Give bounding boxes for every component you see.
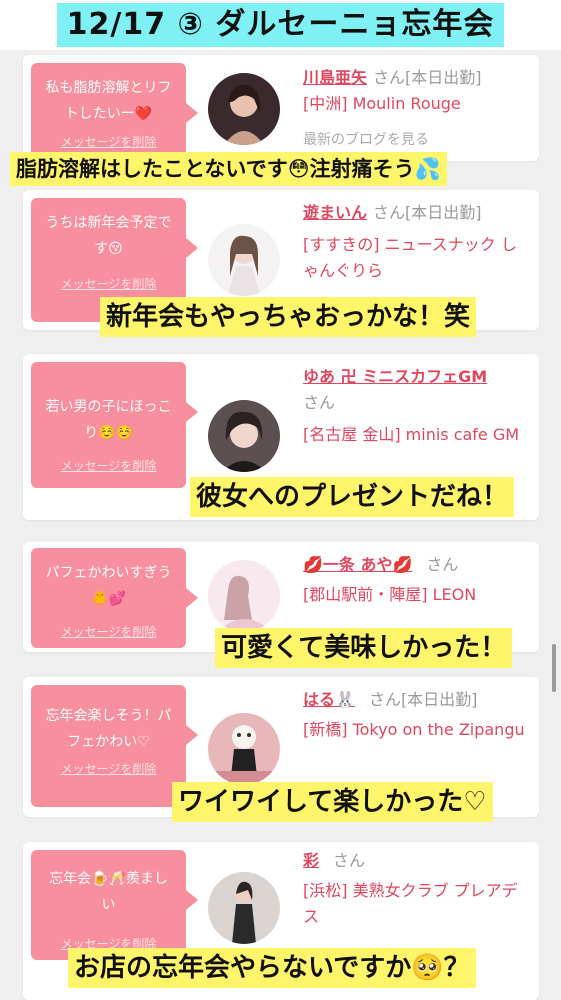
overlay-caption: 新年会もやっちゃおっかな！笑 [100, 297, 477, 337]
avatar[interactable] [208, 224, 280, 296]
delete-message-link[interactable]: メッセージを削除 [31, 275, 186, 292]
delete-message-link[interactable]: メッセージを削除 [31, 133, 186, 150]
sender-status: さん [333, 851, 366, 870]
sender-status: さん [426, 555, 459, 574]
sender-status: さん[本日出勤] [373, 203, 482, 222]
avatar[interactable] [208, 713, 280, 785]
overlay-caption: 脂肪溶解はしたことないです😳注射痛そう💦 [10, 152, 447, 186]
message-card: 私も脂肪溶解とリフトしたいー❤️ メッセージを削除 川島亜矢 さん[本日出勤] [… [23, 55, 539, 161]
sender-name-link[interactable]: 遊まいん [303, 203, 367, 222]
overlay-caption: お店の忘年会やらないですか🥺？ [68, 948, 476, 988]
shop-link[interactable]: [すすきの] ニュースナック しゃんぐりら [303, 232, 528, 284]
latest-blog-link[interactable]: 最新のブログを見る [303, 127, 528, 153]
scrollbar[interactable] [552, 644, 556, 692]
sender-name-link[interactable]: はる🐰 [303, 690, 355, 709]
sender-status: さん[本日出勤] [373, 68, 482, 87]
title-bar: 12/17 ③ ダルセーニョ忘年会 [0, 0, 561, 50]
shop-link[interactable]: [中洲] Moulin Rouge [303, 91, 528, 117]
message-bubble: 忘年会🍺🥂羨ましい メッセージを削除 [31, 850, 198, 960]
shop-link[interactable]: [新橋] Tokyo on the Zipangu [303, 717, 528, 743]
sender-name-link[interactable]: ゆあ 卍 ミニスカフェGM [303, 367, 487, 386]
overlay-caption: ワイワイして楽しかった♡ [172, 782, 493, 822]
avatar[interactable] [208, 560, 280, 632]
sender-status: さん[本日出勤] [368, 690, 478, 709]
message-text: 忘年会楽しそう！パフェかわい♡ [45, 708, 172, 750]
sender-status: さん [303, 393, 336, 412]
sender-info: ゆあ 卍 ミニスカフェGM さん [名古屋 金山] minis cafe GM [303, 364, 528, 448]
delete-message-link[interactable]: メッセージを削除 [31, 623, 186, 640]
shop-link[interactable]: [郡山駅前・陣屋] LEON [303, 582, 528, 608]
delete-message-link[interactable]: メッセージを削除 [31, 760, 186, 777]
message-text: 私も脂肪溶解とリフトしたいー❤️ [45, 80, 172, 122]
sender-info: はる🐰 さん[本日出勤] [新橋] Tokyo on the Zipangu [303, 687, 528, 743]
sender-name-link[interactable]: 川島亜矢 [303, 68, 367, 87]
message-bubble: 私も脂肪溶解とリフトしたいー❤️ メッセージを削除 [31, 63, 198, 158]
overlay-caption: 可愛くて美味しかった！ [215, 628, 513, 668]
shop-link[interactable]: [浜松] 美熟女クラブ プレアデス [303, 878, 528, 930]
avatar[interactable] [208, 872, 280, 944]
message-bubble: 忘年会楽しそう！パフェかわい♡ メッセージを削除 [31, 685, 198, 807]
message-text: パフェかわいすぎう🐥💕 [45, 565, 172, 607]
delete-message-link[interactable]: メッセージを削除 [31, 457, 186, 474]
sender-info: 川島亜矢 さん[本日出勤] [中洲] Moulin Rouge 最新のブログを見る [303, 65, 528, 153]
avatar[interactable] [208, 73, 280, 145]
overlay-caption: 彼女へのプレゼントだね！ [190, 477, 515, 517]
sender-info: 遊まいん さん[本日出勤] [すすきの] ニュースナック しゃんぐりら [303, 200, 528, 284]
message-text: 若い男の子にほっこり☺️☺️ [45, 399, 172, 441]
sender-name-link[interactable]: 💋一条 あや💋 [303, 555, 412, 574]
message-bubble: 若い男の子にほっこり☺️☺️ メッセージを削除 [31, 362, 198, 488]
sender-name-link[interactable]: 彩 [303, 851, 319, 870]
message-text: 忘年会🍺🥂羨ましい [49, 871, 168, 913]
message-bubble: パフェかわいすぎう🐥💕 メッセージを削除 [31, 548, 198, 648]
sender-info: 💋一条 あや💋 さん [郡山駅前・陣屋] LEON [303, 552, 528, 608]
shop-link[interactable]: [名古屋 金山] minis cafe GM [303, 422, 528, 448]
page-title: 12/17 ③ ダルセーニョ忘年会 [56, 3, 505, 47]
message-text: うちは新年会予定です😚 [45, 215, 172, 257]
avatar[interactable] [208, 400, 280, 472]
sender-info: 彩さん [浜松] 美熟女クラブ プレアデス [303, 848, 528, 930]
